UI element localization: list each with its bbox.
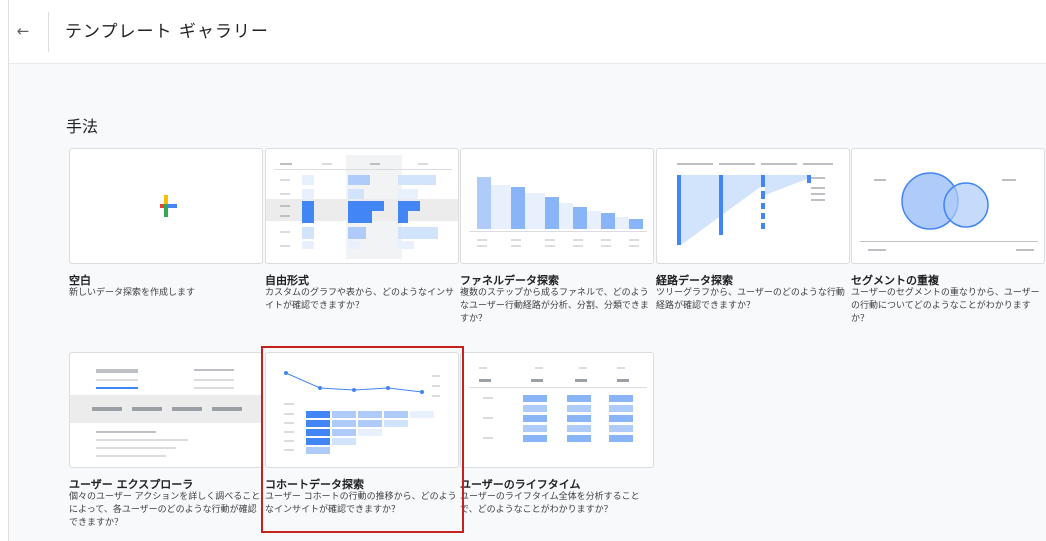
section-title: 手法 (66, 117, 99, 136)
back-arrow-icon[interactable]: ← (12, 20, 34, 42)
free-form-illustration (266, 155, 458, 259)
template-thumbnail (265, 148, 459, 264)
template-description: ツリーグラフから、ユーザーのどのような行動経路が確認できますか？ (656, 288, 845, 311)
template-thumbnail (460, 352, 654, 468)
template-description: 複数のステップから成るファネルで、どのようなユーザー行動経路が分析、分割、分類で… (460, 288, 649, 324)
template-name: 空白 (69, 274, 91, 287)
gallery-page: ← テンプレート ギャラリー 手法 空白 新しいデータ探索を作成します 自由形式… (8, 0, 1046, 541)
template-thumbnail (69, 148, 263, 264)
funnel-illustration (469, 177, 647, 247)
template-description: ユーザーのセグメントの重なりから、ユーザーの行動についてどのようなことがわかりま… (851, 288, 1040, 324)
page-title: テンプレート ギャラリー (65, 22, 269, 42)
template-thumbnail (460, 148, 654, 264)
divider (48, 12, 49, 52)
template-name: 自由形式 (265, 274, 309, 287)
template-thumbnail (851, 148, 1045, 264)
template-description: ユーザーのライフタイム全体を分析することで、どのようなことがわかりますか？ (460, 492, 640, 515)
plus-icon (160, 195, 177, 217)
template-name: セグメントの重複 (851, 274, 939, 287)
template-thumbnail (69, 352, 263, 468)
top-bar: ← テンプレート ギャラリー (9, 0, 1046, 64)
template-description: 個々のユーザー アクションを詳しく調べることによって、各ユーザーのどのような行動… (69, 492, 261, 528)
template-description: カスタムのグラフや表から、どのようなインサイトが確認できますか？ (265, 288, 455, 311)
template-name: ファネルデータ探索 (460, 274, 559, 287)
template-name: ユーザー エクスプローラ (69, 478, 194, 491)
template-description: 新しいデータ探索を作成します (69, 288, 196, 298)
template-thumbnail (656, 148, 850, 264)
segment-overlap-illustration (860, 172, 1038, 251)
path-illustration (677, 163, 833, 245)
user-lifetime-illustration (469, 367, 647, 442)
selection-highlight (261, 346, 464, 533)
template-name: ユーザーのライフタイム (460, 478, 581, 491)
user-explorer-illustration (70, 369, 262, 457)
template-name: 経路データ探索 (656, 274, 733, 287)
